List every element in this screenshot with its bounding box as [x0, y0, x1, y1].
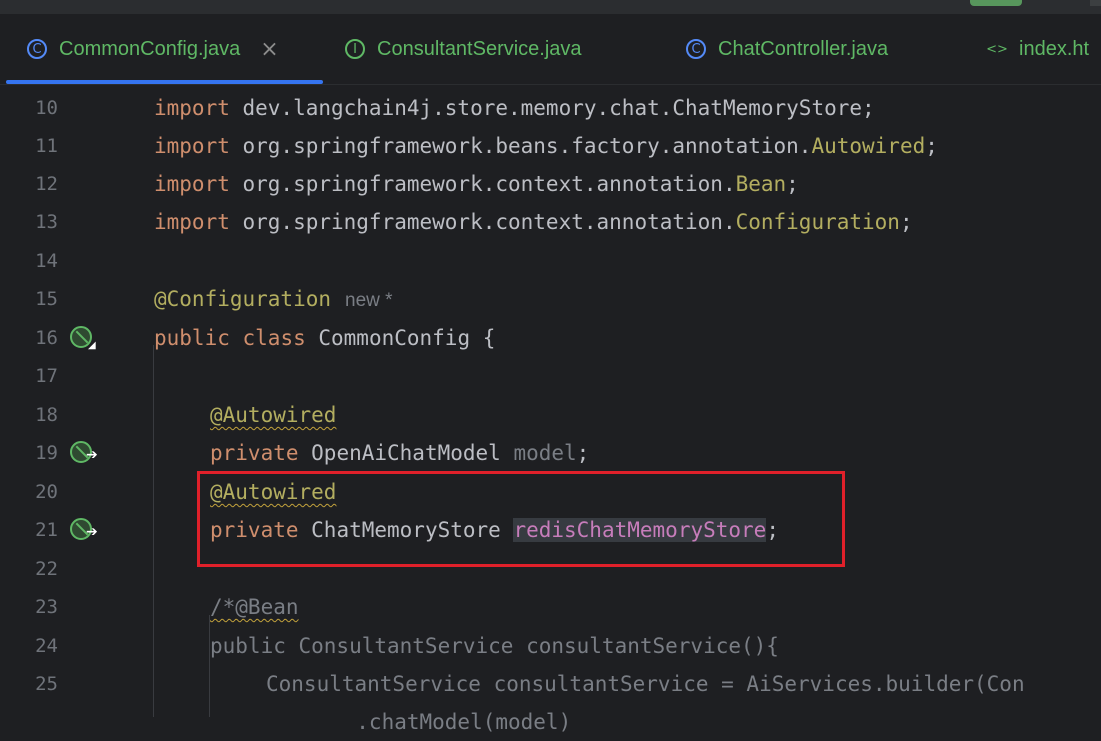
- class-icon: C: [27, 39, 47, 59]
- comment-text: /*@Bean: [210, 595, 299, 619]
- code-line-14: 14: [0, 242, 1101, 280]
- line-number: 22: [35, 558, 58, 580]
- tab-label: ConsultantService.java: [377, 37, 582, 60]
- title-strip: [0, 0, 1101, 14]
- field-name: model: [513, 441, 577, 465]
- tab-index-html[interactable]: <> index.ht: [986, 14, 1090, 84]
- tab-label: CommonConfig.java: [59, 37, 241, 60]
- code-text: org.springframework.context.annotation.: [229, 172, 736, 196]
- code-text: CommonConfig {: [305, 326, 496, 350]
- author-hint[interactable]: new *: [345, 290, 393, 311]
- code-editor[interactable]: 10 import dev.langchain4j.store.memory.c…: [0, 85, 1101, 734]
- code-text: ;: [925, 134, 938, 158]
- keyword: import: [154, 210, 230, 234]
- line-number: 25: [35, 673, 58, 695]
- keyword: import: [154, 134, 230, 158]
- code-line-17: 17: [0, 357, 1101, 395]
- code-line-12: 12 import org.springframework.context.an…: [0, 165, 1101, 203]
- code-text: org.springframework.context.annotation.: [229, 210, 736, 234]
- html-icon: <>: [986, 41, 1008, 57]
- close-icon[interactable]: ×: [260, 37, 278, 62]
- keyword: public: [154, 326, 230, 350]
- line-number: 14: [35, 250, 58, 272]
- keyword: import: [154, 172, 230, 196]
- keyword: class: [242, 326, 306, 350]
- navigate-arrow-icon: ➔: [86, 524, 98, 540]
- line-number: 13: [35, 211, 58, 233]
- editor-tab-bar: C CommonConfig.java × I ConsultantServic…: [0, 14, 1101, 85]
- tab-chatcontroller[interactable]: C ChatController.java: [686, 14, 888, 84]
- window-control[interactable]: [1090, 0, 1101, 6]
- code-line-11: 11 import org.springframework.beans.fact…: [0, 127, 1101, 165]
- highlight-box: [197, 471, 845, 567]
- comment-text: .chatModel(model): [154, 710, 572, 734]
- code-text: ;: [899, 210, 913, 234]
- tab-commonconfig[interactable]: C CommonConfig.java ×: [27, 14, 279, 84]
- line-number: 24: [35, 635, 58, 657]
- active-tab-indicator: [6, 80, 323, 84]
- code-line-25: 25 ConsultantService consultantService =…: [0, 665, 1101, 703]
- run-widget[interactable]: [970, 0, 1022, 6]
- keyword: import: [154, 96, 230, 120]
- line-number: 16: [35, 327, 58, 349]
- comment-text: public ConsultantService consultantServi…: [210, 634, 779, 658]
- dropdown-marker-icon: ◢: [88, 340, 96, 351]
- line-number: 23: [35, 596, 58, 618]
- annotation: @Configuration: [154, 287, 332, 311]
- line-number: 21: [35, 519, 58, 541]
- line-number: 19: [35, 442, 58, 464]
- annotation: @Autowired: [210, 403, 337, 427]
- code-text: org.springframework.beans.factory.annota…: [229, 134, 812, 158]
- code-line-24: 24 public ConsultantService consultantSe…: [0, 627, 1101, 665]
- code-line-26: .chatModel(model): [0, 703, 1101, 741]
- code-text: OpenAiChatModel: [298, 441, 514, 465]
- keyword: private: [210, 441, 299, 465]
- code-text: ;: [576, 441, 590, 465]
- interface-icon: I: [345, 39, 365, 59]
- comment-text: ConsultantService consultantService = Ai…: [266, 672, 1025, 696]
- line-number: 18: [35, 404, 58, 426]
- code-line-19: 19 ➔ private OpenAiChatModel model;: [0, 434, 1101, 472]
- code-text: ;: [786, 172, 799, 196]
- line-number: 17: [35, 365, 58, 387]
- line-number: 10: [35, 97, 58, 119]
- line-number: 20: [35, 481, 58, 503]
- navigate-arrow-icon: ➔: [86, 447, 98, 463]
- line-number: 15: [35, 288, 58, 310]
- tab-label: ChatController.java: [718, 37, 889, 60]
- annotation-name: Configuration: [735, 210, 900, 234]
- class-icon: C: [686, 39, 706, 59]
- code-line-13: 13 import org.springframework.context.an…: [0, 203, 1101, 241]
- code-line-10: 10 import dev.langchain4j.store.memory.c…: [0, 89, 1101, 127]
- code-line-23: 23 /*@Bean: [0, 588, 1101, 626]
- line-number: 12: [35, 173, 58, 195]
- tab-consultantservice[interactable]: I ConsultantService.java: [345, 14, 582, 84]
- annotation-name: Bean: [735, 172, 787, 196]
- tab-label: index.ht: [1019, 37, 1090, 60]
- annotation-name: Autowired: [811, 134, 926, 158]
- code-text: dev.langchain4j.store.memory.chat.ChatMe…: [229, 96, 875, 120]
- code-line-18: 18 @Autowired: [0, 396, 1101, 434]
- code-line-15: 15 @Configuration new *: [0, 280, 1101, 318]
- line-number: 11: [35, 135, 58, 157]
- code-line-16: 16 ◢ public class CommonConfig {: [0, 319, 1101, 357]
